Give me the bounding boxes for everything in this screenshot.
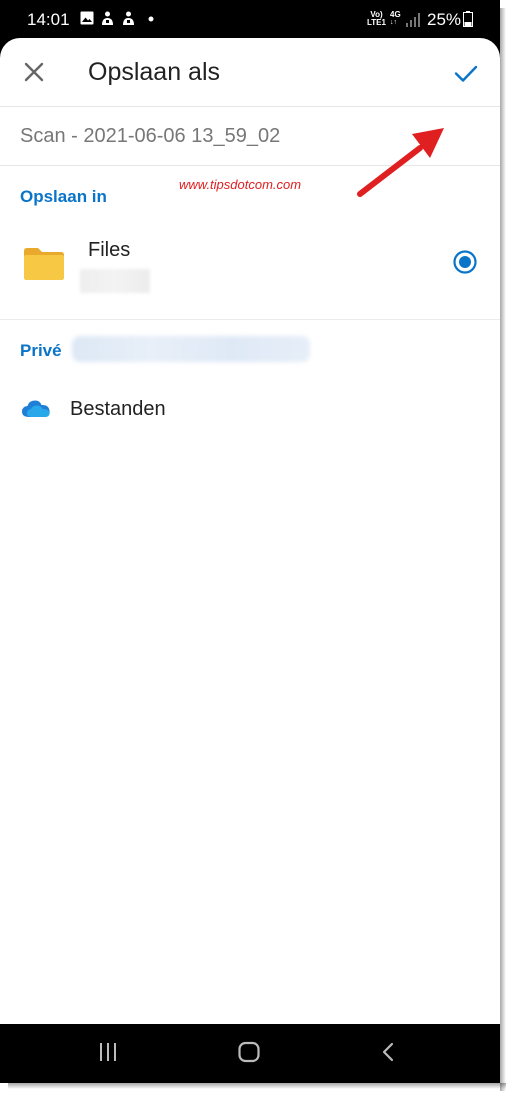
blurred-path	[80, 269, 150, 293]
battery-icon	[463, 11, 473, 27]
section-header-private: Privé	[20, 341, 62, 360]
save-as-sheet: Opslaan als Opslaan in www.tipsdotcom.co…	[0, 38, 500, 1024]
blurred-account-email	[72, 336, 310, 362]
location-item-files[interactable]: Files	[0, 216, 500, 319]
shadow	[500, 8, 506, 1091]
status-time: 14:01	[27, 10, 70, 29]
title-bar: Opslaan als	[0, 38, 500, 107]
recent-apps-icon[interactable]	[97, 1041, 119, 1063]
onedrive-cloud-icon	[22, 400, 50, 417]
gallery-icon	[80, 11, 94, 25]
checkmark-icon[interactable]	[451, 58, 481, 88]
dot-icon	[148, 16, 154, 22]
notification-icon	[102, 11, 113, 25]
location-label: Files	[88, 239, 131, 261]
signal-icon	[406, 13, 420, 27]
folder-icon	[24, 248, 64, 280]
watermark-text: www.tipsdotcom.com	[179, 177, 302, 192]
volte-indicator: Vo) LTE1	[367, 10, 386, 27]
section-header-save-in: Opslaan in	[20, 187, 107, 206]
status-bar: 14:01 Vo) LTE1 4G ↓↑ 25%	[0, 0, 500, 38]
navigation-bar	[0, 1024, 500, 1083]
annotation-arrow	[357, 128, 444, 197]
location-item-bestanden[interactable]: Bestanden	[0, 383, 500, 439]
back-icon[interactable]	[380, 1041, 396, 1063]
page-title: Opslaan als	[88, 58, 221, 86]
divider	[0, 319, 500, 320]
shadow	[8, 1083, 506, 1089]
battery-percentage: 25%	[427, 10, 462, 29]
phone-screen: 14:01 Vo) LTE1 4G ↓↑ 25% Opslaan als Sca…	[0, 0, 500, 1083]
network-indicator: 4G ↓↑	[390, 10, 401, 27]
radio-selected[interactable]	[453, 250, 477, 274]
close-icon[interactable]	[20, 58, 48, 86]
home-icon[interactable]	[237, 1041, 261, 1063]
location-label: Bestanden	[70, 398, 166, 420]
notification-icon	[123, 11, 134, 25]
